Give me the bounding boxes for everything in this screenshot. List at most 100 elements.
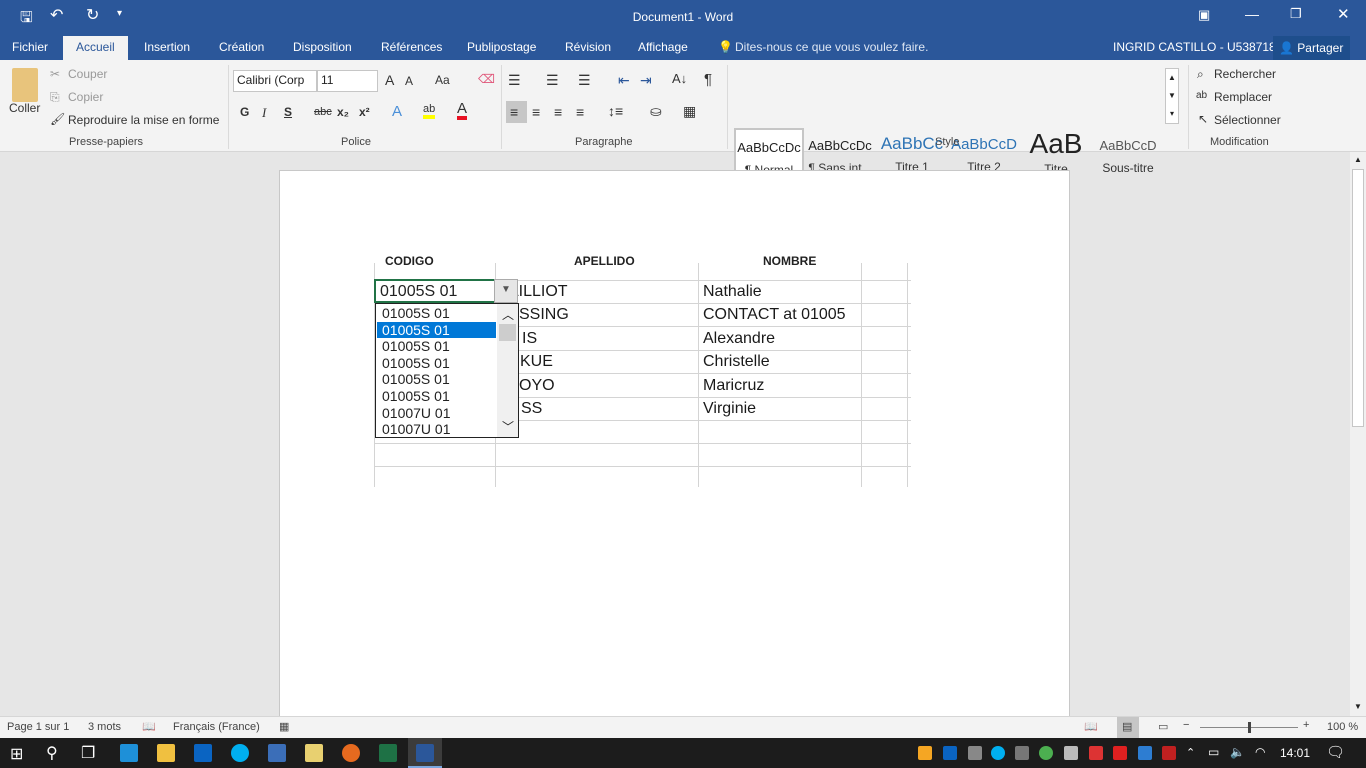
list-item-selected[interactable]: 01005S 01 [377,321,496,339]
scrollbar-thumb[interactable] [1352,169,1364,427]
excel-icon[interactable] [379,744,397,762]
document-scrollbar[interactable]: ▲ ▼ [1350,152,1366,716]
tab-accueil[interactable]: Accueil [63,36,128,60]
scroll-down-icon[interactable]: ﹀ [502,418,514,435]
share-button[interactable]: 👤 Partager [1273,36,1350,60]
volume-icon[interactable]: 🔈 [1230,745,1245,759]
tray-icon[interactable] [968,746,982,760]
file-explorer-icon[interactable] [157,744,175,762]
combo-dropdown-button[interactable]: ▼ [494,279,518,303]
bullets-icon[interactable]: ☰ [508,72,521,89]
print-layout-icon[interactable]: ▤ [1117,717,1139,738]
table-cell-nombre[interactable]: Virginie [703,400,860,418]
table-cell-nombre[interactable]: Christelle [703,353,860,371]
table-cell-apellido[interactable]: IS [522,330,537,348]
scrollbar-thumb[interactable] [499,324,516,341]
table-cell-nombre[interactable]: Alexandre [703,330,860,348]
paste-icon[interactable] [12,68,38,102]
undo-icon[interactable]: ↶ [50,5,63,25]
align-center-button[interactable]: ≡ [532,104,540,120]
redo-icon[interactable]: ↻ [86,5,99,25]
tab-affichage[interactable]: Affichage [638,40,688,54]
zoom-level[interactable]: 100 % [1327,721,1358,733]
proofing-icon[interactable]: 📖 [142,720,156,733]
superscript-button[interactable]: x² [359,105,370,119]
user-name[interactable]: INGRID CASTILLO - U538718 [1113,40,1276,54]
bold-button[interactable]: G [240,105,249,119]
scroll-up-icon[interactable]: ▲ [1354,155,1362,164]
table-cell-apellido[interactable]: KUE [520,353,553,371]
table-cell-nombre[interactable]: CONTACT at 01005 [703,306,860,324]
grow-font-icon[interactable]: A [385,72,394,88]
tray-icon[interactable] [1039,746,1053,760]
tray-icon[interactable] [1162,746,1176,760]
clear-formatting-icon[interactable]: ⌫ [478,72,495,86]
text-effects-icon[interactable]: A [392,103,402,120]
network-icon[interactable]: ▭ [1208,745,1219,759]
change-case-button[interactable]: Aa [435,73,450,87]
save-icon[interactable]: 🖫 [20,7,33,32]
search-icon[interactable]: ⚲ [46,743,58,763]
underline-button[interactable]: S [284,105,292,119]
tray-icon[interactable] [1089,746,1103,760]
style-subtitle[interactable]: AaBbCcD Sous-titre [1093,128,1163,182]
find-button[interactable]: Rechercher [1214,67,1276,81]
tab-revision[interactable]: Révision [565,40,611,54]
firefox-icon[interactable] [342,744,360,762]
close-button[interactable]: ✕ [1337,5,1350,23]
format-painter-button[interactable]: Reproduire la mise en forme [68,113,219,127]
read-mode-icon[interactable]: 📖 [1084,720,1098,733]
styles-scroll[interactable]: ▲ ▼ ▾ [1165,68,1179,124]
tray-skype-icon[interactable] [991,746,1005,760]
zoom-in-button[interactable]: + [1303,719,1309,731]
task-view-icon[interactable]: ❐ [81,743,95,763]
zoom-slider-thumb[interactable] [1248,722,1251,733]
edge-icon[interactable] [120,744,138,762]
wifi-icon[interactable]: ◠ [1255,745,1265,759]
italic-button[interactable]: I [262,105,266,121]
list-item[interactable]: 01005S 01 [377,371,496,388]
table-cell-apellido[interactable]: SSING [519,306,569,324]
shading-icon[interactable]: ⛀ [650,103,662,120]
tray-outlook-icon[interactable] [943,746,957,760]
notifications-icon[interactable]: 🗨 [1326,743,1345,761]
table-cell-nombre[interactable]: Maricruz [703,377,860,395]
app-icon[interactable] [268,744,286,762]
restore-button[interactable]: ❐ [1290,6,1302,22]
table-cell-apellido[interactable]: SS [521,400,542,418]
combo-dropdown-list[interactable]: 01005S 01 01005S 01 01005S 01 01005S 01 … [375,303,519,438]
select-button[interactable]: Sélectionner [1214,113,1281,127]
tray-icon[interactable] [1064,746,1078,760]
web-layout-icon[interactable]: ▭ [1158,720,1168,733]
borders-icon[interactable]: ▦ [683,103,696,120]
sort-icon[interactable]: A↓ [672,71,687,86]
paste-button[interactable]: Coller [9,101,40,115]
align-left-button[interactable]: ≡ [506,101,527,123]
tray-icon[interactable] [1138,746,1152,760]
macro-icon[interactable]: ▦ [279,720,289,733]
word-count[interactable]: 3 mots [88,721,121,733]
tab-references[interactable]: Références [381,40,442,54]
page-count[interactable]: Page 1 sur 1 [7,721,69,733]
codigo-combo-box[interactable]: 01005S 01 [374,279,495,303]
table-cell-apellido[interactable]: OYO [519,377,555,395]
cut-button[interactable]: Couper [68,67,107,81]
copy-button[interactable]: Copier [68,90,103,104]
list-item[interactable]: 01005S 01 [377,305,496,322]
increase-indent-icon[interactable]: ⇥ [640,72,652,89]
align-right-button[interactable]: ≡ [554,104,562,120]
minimize-button[interactable]: — [1245,6,1259,22]
list-item[interactable]: 01005S 01 [377,388,496,405]
tab-fichier[interactable]: Fichier [12,40,48,54]
scroll-up-icon[interactable]: ︿ [502,306,514,323]
clock[interactable]: 14:01 [1280,746,1310,760]
strikethrough-button[interactable]: abc [314,106,332,118]
justify-button[interactable]: ≡ [576,104,584,120]
font-name-dropdown[interactable]: Calibri (Corp [233,70,317,92]
shrink-font-icon[interactable]: A [405,74,413,88]
font-color-icon[interactable]: A [457,101,468,120]
tab-disposition[interactable]: Disposition [293,40,352,54]
skype-icon[interactable] [231,744,249,762]
windows-start-icon[interactable]: ⊞ [10,744,23,764]
word-taskbar-button[interactable] [408,738,442,768]
